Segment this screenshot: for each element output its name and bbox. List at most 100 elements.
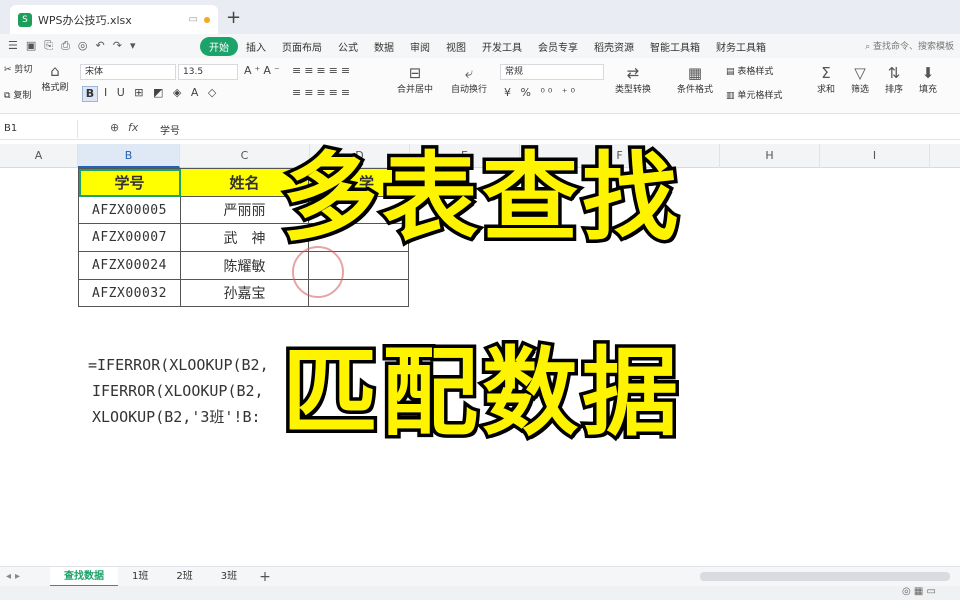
formula-text-line[interactable]: XLOOKUP(B2,'3班'!B: [92, 406, 261, 427]
merge-icon: ⊟ [408, 64, 422, 82]
screen-icon[interactable]: ▭ [189, 14, 198, 25]
cut-button[interactable]: ✂ 剪切 [4, 62, 32, 75]
title-bar: S WPS办公技巧.xlsx ▭ + [0, 0, 960, 34]
table-cell-name[interactable]: 陈耀敏 [181, 252, 309, 280]
unsaved-dot-icon [204, 16, 210, 23]
menu-tab-docer[interactable]: 稻壳资源 [586, 39, 642, 54]
zoom-icon[interactable]: ⊕ [110, 121, 119, 134]
table-style-icon: ▤ [726, 67, 735, 77]
menu-tab-smart-tools[interactable]: 智能工具箱 [642, 39, 708, 54]
font-grow-shrink[interactable]: A⁺A⁻ [244, 64, 283, 77]
fx-label[interactable]: fx [128, 121, 138, 134]
fill-icon: ⬇ [921, 64, 935, 82]
sum-button[interactable]: Σ 求和 [812, 64, 840, 95]
table-cell-id[interactable]: AFZX00024 [79, 252, 181, 280]
column-header-h[interactable]: H [720, 144, 820, 168]
menu-tabs: 开始 插入 页面布局 公式 数据 审阅 视图 开发工具 会员专享 稻壳资源 智能… [200, 36, 774, 56]
search-icon: ⌕ [865, 42, 871, 52]
header-cell-student-id[interactable]: 学号 [79, 169, 181, 197]
brush-icon: ⌂ [50, 62, 60, 80]
table-cell-id[interactable]: AFZX00007 [79, 224, 181, 252]
menu-icon[interactable]: ☰ [8, 39, 18, 53]
menu-tab-view[interactable]: 视图 [438, 39, 474, 54]
name-box[interactable]: B1 [0, 120, 78, 138]
new-tab-button[interactable]: + [226, 7, 241, 28]
align-top-tools[interactable]: ≡≡≡≡≡ [292, 64, 353, 77]
preview-icon[interactable]: ◎ [78, 39, 88, 53]
table-cell-id[interactable]: AFZX00005 [79, 197, 181, 224]
column-header-i[interactable]: I [820, 144, 930, 168]
sheet-tab-class3[interactable]: 3班 [207, 567, 251, 587]
bold-button[interactable]: B [82, 86, 98, 102]
sort-button[interactable]: ⇅ 排序 [880, 64, 908, 95]
ribbon-toolbar: ✂ 剪切 ⧉ 复制 ⌂ 格式刷 宋体 13.5 A⁺A⁻ B I U ⊞ ◩ ◈… [0, 58, 960, 114]
sheet-tab-class1[interactable]: 1班 [118, 567, 162, 587]
export-icon[interactable]: ⎘ [44, 39, 53, 53]
menu-tab-developer[interactable]: 开发工具 [474, 39, 530, 54]
menu-tab-page-layout[interactable]: 页面布局 [274, 39, 330, 54]
filter-icon: ▽ [854, 64, 866, 82]
save-icon[interactable]: ▣ [26, 39, 36, 53]
menu-tab-review[interactable]: 审阅 [402, 39, 438, 54]
sort-icon: ⇅ [887, 64, 901, 82]
type-convert-button[interactable]: ⇄ 类型转换 [608, 64, 658, 95]
search-placeholder: 查找命令、搜索模板 [872, 42, 954, 52]
cell-style-button[interactable]: ▥ 单元格样式 [726, 88, 782, 101]
sheet-tab-bar: ◂▸ 查找数据 1班 2班 3班 + [0, 566, 960, 587]
copy-button[interactable]: ⧉ 复制 [4, 88, 31, 101]
view-mode-icons[interactable]: ◎ ▦ ▭ [902, 586, 936, 597]
menu-bar: ☰ ▣ ⎘ ⎙ ◎ ↶ ↷ ▾ 开始 插入 页面布局 公式 数据 审阅 视图 开… [0, 34, 960, 58]
conditional-format-button[interactable]: ▦ 条件格式 [670, 64, 720, 95]
copy-icon: ⧉ [4, 91, 11, 101]
sheet-nav-arrows[interactable]: ◂▸ [0, 571, 50, 582]
table-grid-icon: ▦ [687, 64, 703, 82]
menu-tab-insert[interactable]: 插入 [238, 39, 274, 54]
overlay-title-line1: 多表查找 [279, 142, 682, 254]
print-icon[interactable]: ⎙ [61, 39, 70, 53]
formula-input[interactable]: 学号 [160, 122, 180, 137]
wrap-text-button[interactable]: ⤶ 自动换行 [444, 64, 494, 95]
menu-tab-data[interactable]: 数据 [366, 39, 402, 54]
formula-text-line[interactable]: =IFERROR(XLOOKUP(B2, [88, 356, 269, 374]
horizontal-scrollbar[interactable] [700, 572, 950, 581]
font-style-tools[interactable]: I U ⊞ ◩ ◈ A ◇ [104, 86, 219, 99]
wrap-icon: ⤶ [464, 64, 474, 82]
file-name: WPS办公技巧.xlsx [38, 13, 132, 27]
menu-tab-member[interactable]: 会员专享 [530, 39, 586, 54]
number-format-select[interactable]: 常规 [500, 64, 604, 80]
font-size-select[interactable]: 13.5 [178, 64, 238, 80]
merge-center-button[interactable]: ⊟ 合并居中 [390, 64, 440, 95]
column-header-b[interactable]: B [78, 144, 180, 168]
overlay-title-line2: 匹配数据 [279, 337, 682, 449]
spreadsheet-window: S WPS办公技巧.xlsx ▭ + ☰ ▣ ⎘ ⎙ ◎ ↶ ↷ ▾ 开始 插入… [0, 0, 960, 600]
menu-tab-home[interactable]: 开始 [200, 36, 238, 56]
convert-icon: ⇄ [626, 64, 640, 82]
formula-text-line[interactable]: IFERROR(XLOOKUP(B2, [92, 382, 264, 400]
more-icon[interactable]: ▾ [130, 39, 136, 53]
cell-style-icon: ▥ [726, 91, 735, 101]
add-sheet-button[interactable]: + [251, 569, 279, 585]
spreadsheet-file-icon: S [18, 12, 32, 27]
redo-icon[interactable]: ↷ [113, 39, 122, 53]
align-horizontal-tools[interactable]: ≡≡≡≡≡ [292, 86, 353, 99]
status-bar: ◎ ▦ ▭ [0, 586, 960, 600]
format-painter-button[interactable]: ⌂ 格式刷 [38, 62, 72, 93]
table-style-button[interactable]: ▤ 表格样式 [726, 64, 773, 77]
font-name-select[interactable]: 宋体 [80, 64, 176, 80]
scissors-icon: ✂ [4, 65, 12, 75]
fill-button[interactable]: ⬇ 填充 [914, 64, 942, 95]
number-tools[interactable]: ¥ % ⁰⁰ ⁺⁰ [504, 86, 578, 99]
column-header-a[interactable]: A [0, 144, 78, 168]
command-search[interactable]: ⌕ 查找命令、搜索模板 [865, 39, 954, 52]
filter-button[interactable]: ▽ 筛选 [846, 64, 874, 95]
file-tab[interactable]: S WPS办公技巧.xlsx ▭ [10, 5, 218, 34]
sheet-tab-class2[interactable]: 2班 [162, 567, 206, 587]
sigma-icon: Σ [821, 64, 831, 82]
table-cell-id[interactable]: AFZX00032 [79, 280, 181, 307]
formula-bar: B1 ⊕ fx 学号 [0, 118, 960, 140]
table-cell-name[interactable]: 孙嘉宝 [181, 280, 309, 307]
undo-icon[interactable]: ↶ [96, 39, 105, 53]
sheet-tab-lookup[interactable]: 查找数据 [50, 566, 118, 587]
menu-tab-finance-tools[interactable]: 财务工具箱 [708, 39, 774, 54]
menu-tab-formulas[interactable]: 公式 [330, 39, 366, 54]
